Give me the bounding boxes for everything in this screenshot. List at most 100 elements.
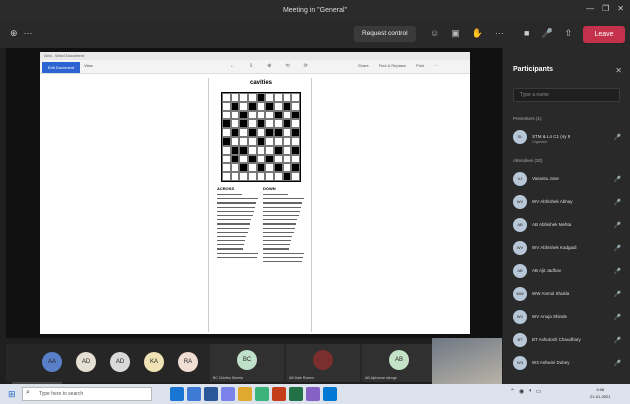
doc-mid-icons: ← ⇩ ⊕ ⟲ ⟳ <box>230 63 308 69</box>
participant-tile[interactable]: BC BC Chinthu Sheela <box>210 344 284 382</box>
attendee-item[interactable]: AB AB Abhishek Mehta 🎤 <box>513 218 623 234</box>
taskbar-app-icon[interactable] <box>323 387 337 401</box>
clue-line <box>263 214 299 217</box>
attendee-item[interactable]: BT BT Ashutosh Chaudhary 🎤 <box>513 333 623 349</box>
volume-icon[interactable]: ◖ <box>528 388 532 395</box>
black-cell <box>256 163 266 173</box>
network-icon[interactable]: ◉ <box>519 388 524 395</box>
battery-icon[interactable]: ▭ <box>536 388 542 395</box>
taskbar-app-icon[interactable] <box>238 387 252 401</box>
taskbar-app-icon[interactable] <box>221 387 235 401</box>
taskbar-app-icon[interactable] <box>187 387 201 401</box>
print-link[interactable]: Print <box>416 63 424 68</box>
maximize-button[interactable]: ❐ <box>602 4 609 13</box>
taskbar-search-input[interactable]: Type here to search <box>22 387 152 401</box>
attendee-item[interactable]: AB AB Ajit Jadhav 🎤 <box>513 264 623 280</box>
attendee-name: WV Anuja Shinde <box>532 314 568 319</box>
share-link[interactable]: Share <box>358 63 369 68</box>
attendee-item[interactable]: W3 W3 Ashwini Dubey 🎤 <box>513 356 623 372</box>
participant-avatar[interactable]: KA <box>144 352 164 372</box>
mic-icon[interactable]: 🎤 <box>541 28 552 39</box>
find-replace-link[interactable]: Find & Replace <box>379 63 406 68</box>
clue-line <box>263 256 303 258</box>
presenter-item[interactable]: SL STM & L4 C1 (4y 9 Organizer 🎤 <box>513 130 623 146</box>
taskbar-app-icon[interactable] <box>170 387 184 401</box>
attendee-item[interactable]: WV WV Abhishek Abhay 🎤 <box>513 195 623 211</box>
avatar: W3 <box>513 356 527 370</box>
clue-line <box>263 194 289 196</box>
leave-button[interactable]: Leave <box>583 26 625 43</box>
black-cell <box>265 154 274 164</box>
attendee-name: WV Abhishek Abhay <box>532 199 573 204</box>
avatar: AB <box>513 264 527 278</box>
document-page: cavities ACROSS DOWN <box>208 78 312 332</box>
taskbar-app-icon[interactable] <box>255 387 269 401</box>
taskbar-app-icon[interactable] <box>204 387 218 401</box>
crossword-cell <box>230 163 240 173</box>
raise-hand-icon[interactable]: ✋ <box>472 28 483 39</box>
black-cell <box>230 154 240 164</box>
attendee-item[interactable]: WV WV Anuja Shinde 🎤 <box>513 310 623 326</box>
clue-line <box>217 206 256 208</box>
participant-avatar[interactable]: AD <box>76 352 96 372</box>
crossword-cell <box>248 93 257 102</box>
attendee-item[interactable]: VJ Vasantu Jose 🎤 <box>513 172 623 188</box>
presenter-name: STM & L4 C1 (4y 9 <box>532 134 571 139</box>
view-menu[interactable]: View <box>84 63 93 68</box>
attendee-item[interactable]: WV WV Abhishek Kadgadi 🎤 <box>513 241 623 257</box>
clue-line <box>217 248 243 250</box>
download-icon[interactable]: ⇩ <box>249 63 253 69</box>
request-control-button[interactable]: Request control <box>354 26 416 42</box>
panel-title: Participants <box>513 66 554 73</box>
redo-icon[interactable]: ⟳ <box>304 63 308 69</box>
camera-icon[interactable]: ■ <box>524 28 529 39</box>
clue-line <box>217 235 247 238</box>
share-icon[interactable]: ⇧ <box>565 28 573 39</box>
across-heading: ACROSS <box>217 186 235 191</box>
clue-line <box>217 240 246 242</box>
add-icon[interactable]: ⊕ <box>10 28 18 39</box>
participant-avatar: AB <box>389 350 409 370</box>
participant-avatar[interactable]: AA <box>42 352 62 372</box>
crossword-cell <box>282 128 292 137</box>
zoom-icon[interactable]: ⊕ <box>267 63 271 69</box>
clue-line <box>217 219 252 221</box>
participant-search-input[interactable]: Type a name <box>513 88 620 102</box>
clue-line <box>263 244 290 246</box>
black-cell <box>239 145 248 155</box>
close-button[interactable]: ✕ <box>617 4 624 13</box>
windows-start-icon[interactable]: ⊞ <box>8 389 16 400</box>
chevron-up-icon[interactable]: ⌃ <box>510 388 515 395</box>
taskbar-apps <box>170 387 337 401</box>
more-icon[interactable]: ··· <box>24 28 33 39</box>
doc-more-icon[interactable]: ⋯ <box>434 63 438 68</box>
mic-off-icon: 🎤 <box>613 177 621 183</box>
window-titlebar: Meeting in "General" — ❐ ✕ <box>0 0 630 20</box>
participant-tile[interactable]: AB AB Alphonse Ideoge <box>362 344 436 382</box>
taskbar-app-icon[interactable] <box>272 387 286 401</box>
crossword-grid <box>221 92 301 182</box>
attendee-name: Vasantu Jose <box>532 176 559 181</box>
taskbar-clock[interactable]: 9:58 21-01-2021 <box>590 386 610 400</box>
participant-tile[interactable]: AB Dale Rowen <box>286 344 360 382</box>
search-icon: ⌕ <box>26 389 30 396</box>
taskbar-app-icon[interactable] <box>289 387 303 401</box>
participant-avatar[interactable]: RA <box>178 352 198 372</box>
back-icon[interactable]: ← <box>230 63 235 69</box>
more-actions-icon[interactable]: ··· <box>495 28 504 39</box>
crossword-cell <box>282 163 292 173</box>
undo-icon[interactable]: ⟲ <box>285 63 289 69</box>
clue-line <box>217 194 243 196</box>
self-video-preview[interactable] <box>432 338 502 384</box>
close-icon[interactable]: ✕ <box>615 66 622 75</box>
taskbar-app-icon[interactable] <box>306 387 320 401</box>
layout-icon[interactable]: ▣ <box>451 28 460 39</box>
participant-avatar[interactable]: AD <box>110 352 130 372</box>
reactions-icon[interactable]: ☺ <box>430 28 439 39</box>
crossword-cell <box>222 93 231 102</box>
clue-line <box>263 252 305 254</box>
attendee-item[interactable]: WW WW Anmol Shukla 🎤 <box>513 287 623 303</box>
edit-document-button[interactable]: Edit Document <box>42 62 80 73</box>
minimize-button[interactable]: — <box>586 4 594 13</box>
crossword-cell <box>265 119 274 129</box>
